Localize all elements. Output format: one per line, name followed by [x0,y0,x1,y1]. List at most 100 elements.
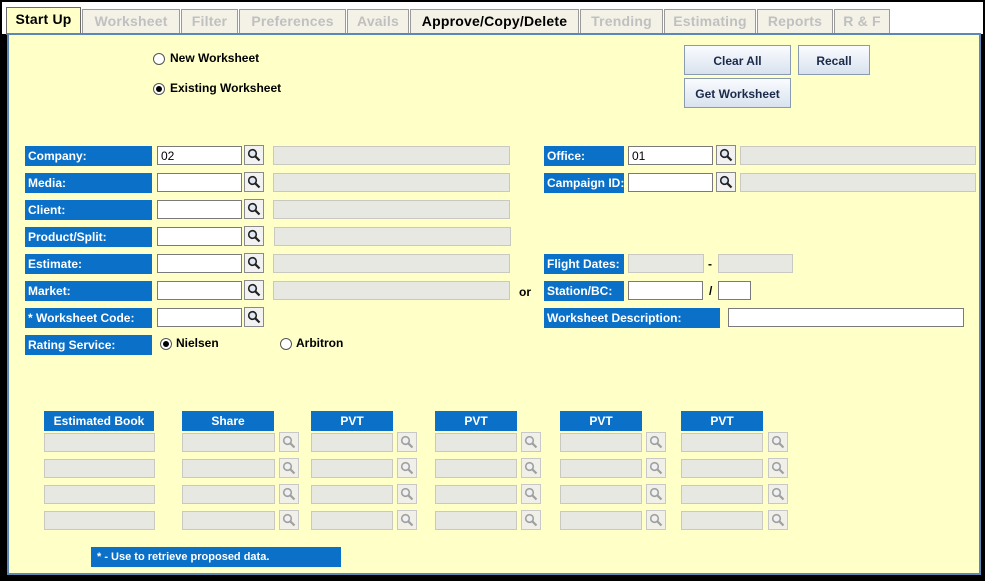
share-header: Share [182,411,274,431]
share-search-icon[interactable] [279,432,299,452]
campaign-lookup-search-icon[interactable] [716,172,736,192]
estimated-book-cell [44,511,155,530]
worksheet-code-lookup-search-icon[interactable] [244,307,264,327]
pvt-cell-2 [435,433,517,452]
pvt-2-search-icon[interactable] [521,432,541,452]
pvt-1-search-icon[interactable] [397,458,417,478]
market-lookup-search-icon[interactable] [244,280,264,300]
worksheet-description-input[interactable] [728,308,964,327]
tab-r-and-f[interactable]: R & F [834,9,890,33]
pvt-cell-2 [435,511,517,530]
company-input[interactable]: 02 [157,146,242,165]
flight-dates-label: Flight Dates: [544,254,624,274]
estimate-lookup-search-icon[interactable] [244,253,264,273]
share-search-icon[interactable] [279,458,299,478]
pvt-4-search-icon[interactable] [768,458,788,478]
product-split-label: Product/Split: [25,227,152,247]
estimated-book-header: Estimated Book [44,411,154,431]
worksheet-code-input[interactable] [157,308,242,327]
pvt-cell-2 [435,485,517,504]
pvt-3-search-icon[interactable] [646,432,666,452]
pvt-cell-2 [435,459,517,478]
product-split-input[interactable] [157,227,242,246]
pvt-1-search-icon[interactable] [397,432,417,452]
share-cell [182,433,275,452]
company-description [273,146,510,165]
tab-trending[interactable]: Trending [580,9,663,33]
client-lookup-search-icon[interactable] [244,199,264,219]
pvt-2-search-icon[interactable] [521,458,541,478]
recall-button[interactable]: Recall [798,45,870,75]
pvt-3-search-icon[interactable] [646,458,666,478]
pvt-cell-3 [560,433,642,452]
tab-start-up[interactable]: Start Up [6,7,81,35]
pvt-cell-1 [311,511,393,530]
company-label: Company: [25,146,152,166]
clear-all-button[interactable]: Clear All [684,45,791,75]
get-worksheet-button[interactable]: Get Worksheet [684,78,791,108]
pvt-cell-4 [681,485,763,504]
pvt-1-search-icon[interactable] [397,484,417,504]
tab-avails[interactable]: Avails [347,9,409,33]
pvt-cell-1 [311,485,393,504]
tab-filter[interactable]: Filter [181,9,238,33]
pvt-header-2: PVT [435,411,517,431]
campaign-description [740,173,976,192]
estimated-book-cell [44,433,155,452]
pvt-1-search-icon[interactable] [397,510,417,530]
share-cell [182,459,275,478]
tab-approve-copy-delete[interactable]: Approve/Copy/Delete [410,9,579,33]
estimate-description [273,254,510,273]
station-input[interactable] [628,281,703,300]
product-description [274,227,511,246]
campaign-id-label: Campaign ID: [544,173,624,193]
pvt-cell-3 [560,485,642,504]
arbitron-radio[interactable] [280,338,292,350]
tab-worksheet[interactable]: Worksheet [82,9,180,33]
existing-worksheet-radio[interactable] [153,83,165,95]
share-search-icon[interactable] [279,484,299,504]
campaign-id-input[interactable] [628,173,713,192]
pvt-header-3: PVT [560,411,642,431]
pvt-cell-4 [681,459,763,478]
pvt-4-search-icon[interactable] [768,432,788,452]
tab-preferences[interactable]: Preferences [239,9,346,33]
media-description [273,173,510,192]
flight-start-date [628,254,704,273]
media-label: Media: [25,173,152,193]
pvt-2-search-icon[interactable] [521,510,541,530]
existing-worksheet-label: Existing Worksheet [170,81,282,95]
new-worksheet-radio[interactable] [153,53,165,65]
pvt-4-search-icon[interactable] [768,484,788,504]
tab-bar: Start Up Worksheet Filter Preferences Av… [2,2,983,35]
pvt-3-search-icon[interactable] [646,510,666,530]
estimated-book-cell [44,459,155,478]
band-input[interactable] [718,281,751,300]
product-lookup-search-icon[interactable] [244,226,264,246]
market-input[interactable] [157,281,242,300]
market-description [273,281,510,300]
flight-dates-dash: - [708,257,712,271]
company-lookup-search-icon[interactable] [244,145,264,165]
client-label: Client: [25,200,152,220]
office-input[interactable]: 01 [628,146,713,165]
estimated-book-cell [44,485,155,504]
office-lookup-search-icon[interactable] [716,145,736,165]
media-lookup-search-icon[interactable] [244,172,264,192]
nielsen-radio[interactable] [160,338,172,350]
station-slash: / [709,284,713,298]
estimate-input[interactable] [157,254,242,273]
pvt-header-1: PVT [311,411,393,431]
pvt-cell-4 [681,511,763,530]
client-input[interactable] [157,200,242,219]
pvt-header-4: PVT [681,411,763,431]
pvt-2-search-icon[interactable] [521,484,541,504]
rating-service-label: Rating Service: [25,335,152,355]
share-search-icon[interactable] [279,510,299,530]
tab-estimating[interactable]: Estimating [664,9,756,33]
media-input[interactable] [157,173,242,192]
pvt-4-search-icon[interactable] [768,510,788,530]
pvt-3-search-icon[interactable] [646,484,666,504]
station-bc-label: Station/BC: [544,281,624,301]
tab-reports[interactable]: Reports [757,9,833,33]
